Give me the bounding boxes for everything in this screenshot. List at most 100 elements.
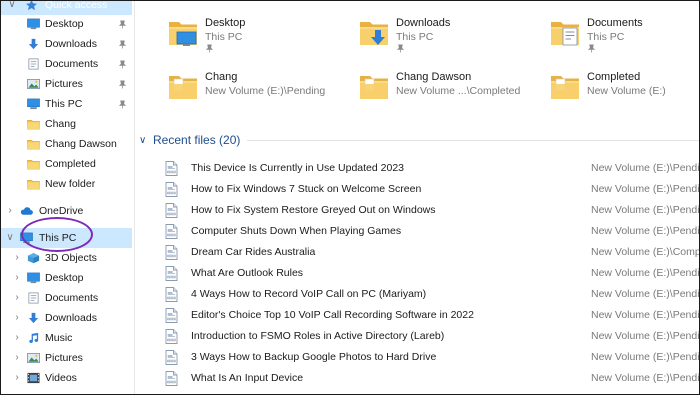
pin-icon (118, 60, 127, 69)
folder-tile-desktop[interactable]: Desktop This PC (167, 13, 347, 61)
computer-icon (20, 232, 33, 244)
word-document-icon (165, 224, 178, 239)
nav-pictures-pinned[interactable]: Pictures (1, 74, 132, 94)
chevron-right-icon[interactable]: › (12, 252, 22, 263)
word-document-icon (165, 203, 178, 218)
folder-icon (360, 71, 388, 99)
file-name: This Device Is Currently in Use Updated … (191, 162, 405, 174)
nav-pc-desktop[interactable]: › Desktop (1, 268, 132, 288)
chevron-right-icon[interactable]: › (12, 272, 22, 283)
nav-downloads-pinned[interactable]: Downloads (1, 34, 132, 54)
nav-music[interactable]: › Music (1, 328, 132, 348)
chevron-right-icon[interactable]: › (12, 332, 22, 343)
file-row[interactable]: Introduction to FSMO Roles in Active Dir… (135, 326, 699, 347)
nav-label: 3D Objects (45, 252, 97, 264)
word-document-icon (165, 266, 178, 281)
folder-tile-chang[interactable]: Chang New Volume (E:)\Pending (167, 67, 347, 115)
nav-videos[interactable]: › Videos (1, 368, 132, 388)
folder-tile-name: Completed (587, 71, 641, 83)
file-row[interactable]: Computer Shuts Down When Playing Games N… (135, 221, 699, 242)
nav-label: Documents (45, 292, 99, 304)
recent-files-title: Recent files (20) (153, 133, 241, 147)
desktop-icon (27, 18, 40, 30)
cube-icon (27, 252, 40, 264)
documents-icon (28, 58, 39, 70)
nav-label: Music (45, 332, 73, 344)
folder-tile-name: Downloads (396, 17, 451, 29)
star-icon (25, 1, 38, 11)
file-row[interactable]: This Device Is Currently in Use Updated … (135, 158, 699, 179)
film-icon (27, 372, 40, 384)
nav-completed[interactable]: Completed (1, 154, 132, 174)
file-name: How to Fix System Restore Greyed Out on … (191, 204, 436, 216)
folder-tile-name: Chang (205, 71, 238, 83)
nav-3d-objects[interactable]: › 3D Objects (1, 248, 132, 268)
file-name: What Are Outlook Rules (191, 267, 304, 279)
folder-icon (551, 71, 579, 99)
download-arrow-icon (28, 312, 39, 324)
nav-label: OneDrive (39, 205, 84, 217)
file-row[interactable]: What Are Outlook Rules New Volume (E:)\P… (135, 263, 699, 284)
nav-chang[interactable]: Chang (1, 114, 132, 134)
nav-label: Downloads (45, 312, 97, 324)
chevron-right-icon[interactable]: › (12, 312, 22, 323)
chevron-down-icon[interactable]: ∨ (5, 232, 15, 243)
chevron-right-icon[interactable]: › (12, 372, 22, 383)
nav-new-folder[interactable]: New folder (1, 174, 132, 194)
recent-files-header[interactable]: ∨ Recent files (20) (139, 132, 240, 148)
documents-icon (28, 292, 39, 304)
nav-chang-dawson[interactable]: Chang Dawson (1, 134, 132, 154)
word-document-icon (165, 308, 178, 323)
nav-pc-documents[interactable]: › Documents (1, 288, 132, 308)
nav-label: Quick access (45, 1, 108, 11)
nav-documents-pinned[interactable]: Documents (1, 54, 132, 74)
pin-icon (396, 44, 405, 53)
folder-icon (27, 178, 40, 190)
chevron-down-icon[interactable]: ∨ (139, 135, 153, 146)
nav-label: Pictures (45, 352, 83, 364)
section-divider (247, 140, 699, 141)
file-row[interactable]: How to Fix Windows 7 Stuck on Welcome Sc… (135, 179, 699, 200)
music-note-icon (29, 332, 39, 343)
file-row[interactable]: 4 Ways How to Record VoIP Call on PC (Ma… (135, 284, 700, 305)
chevron-right-icon[interactable]: › (5, 205, 15, 216)
folder-tile-completed[interactable]: Completed New Volume (E:) (549, 67, 699, 115)
file-name: 4 Ways How to Record VoIP Call on PC (Ma… (191, 288, 427, 300)
pictures-icon (27, 352, 40, 364)
nav-pc-downloads[interactable]: › Downloads (1, 308, 132, 328)
file-location: New Volume (E:)\Pending (591, 204, 700, 216)
folder-tile-chang-dawson[interactable]: Chang Dawson New Volume ...\Completed (358, 67, 538, 115)
file-row[interactable]: What Is An Input Device New Volume (E:)\… (135, 368, 699, 389)
nav-this-pc-pinned[interactable]: This PC (1, 94, 132, 114)
file-name: What Is An Input Device (191, 372, 304, 384)
nav-pc-pictures[interactable]: › Pictures (1, 348, 132, 368)
file-row[interactable]: Dream Car Rides Australia New Volume (E:… (135, 242, 699, 263)
nav-onedrive[interactable]: › OneDrive (1, 201, 132, 221)
pin-icon (118, 80, 127, 89)
nav-label: Chang (45, 118, 76, 130)
file-row[interactable]: Editor's Choice Top 10 VoIP Call Recordi… (135, 305, 699, 326)
pin-icon (118, 100, 127, 109)
file-row[interactable]: How to Fix System Restore Greyed Out on … (135, 200, 700, 221)
file-location: New Volume (E:)\Pending (591, 288, 700, 300)
folder-tile-documents[interactable]: Documents This PC (549, 13, 699, 61)
file-location: New Volume (E:)\Completed (591, 246, 699, 258)
nav-desktop-pinned[interactable]: Desktop (1, 14, 132, 34)
folder-icon (27, 118, 40, 130)
chevron-right-icon[interactable]: › (12, 292, 22, 303)
folder-tile-location: This PC (396, 31, 434, 43)
chevron-down-icon[interactable]: ∨ (7, 1, 17, 10)
content-pane: Desktop This PC Downloads This PC Docume… (135, 1, 700, 395)
folder-tile-location: New Volume ...\Completed (396, 85, 521, 97)
file-name: Dream Car Rides Australia (191, 246, 316, 258)
nav-label: This PC (45, 98, 83, 110)
nav-this-pc[interactable]: ∨ This PC (1, 228, 132, 248)
folder-tile-downloads[interactable]: Downloads This PC (358, 13, 538, 61)
word-document-icon (165, 329, 178, 344)
pin-icon (118, 40, 127, 49)
nav-quick-access[interactable]: ∨ Quick access (1, 1, 132, 15)
file-row[interactable]: 3 Ways How to Backup Google Photos to Ha… (135, 347, 699, 368)
word-document-icon (165, 245, 178, 260)
chevron-right-icon[interactable]: › (12, 352, 22, 363)
folder-tile-name: Desktop (205, 17, 246, 29)
